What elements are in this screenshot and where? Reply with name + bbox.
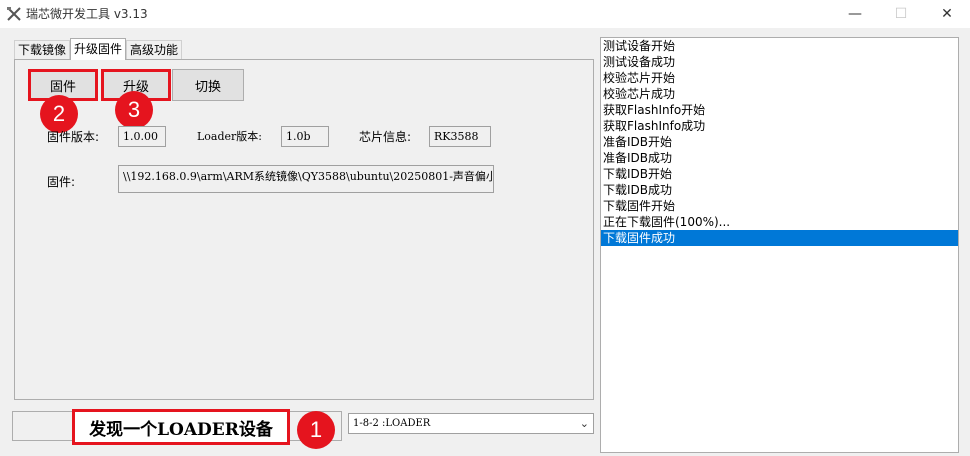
fw-version-label: 固件版本: (47, 130, 100, 144)
device-select-value: 1-8-2 :LOADER (353, 418, 431, 429)
log-item[interactable]: 测试设备成功 (601, 54, 958, 70)
log-item[interactable]: 下载IDB开始 (601, 166, 958, 182)
device-select[interactable]: 1-8-2 :LOADER ⌄ (348, 413, 594, 434)
chip-info-field: RK3588 (429, 126, 491, 147)
log-item[interactable]: 获取FlashInfo成功 (601, 118, 958, 134)
minimize-button[interactable]: — (832, 0, 878, 28)
fw-version-field: 1.0.00 (118, 126, 166, 147)
chip-info-label: 芯片信息: (359, 130, 412, 144)
log-item[interactable]: 正在下载固件(100%)... (601, 214, 958, 230)
firmware-path-label: 固件: (47, 175, 76, 189)
log-item[interactable]: 准备IDB开始 (601, 134, 958, 150)
log-item[interactable]: 下载固件开始 (601, 198, 958, 214)
log-item[interactable]: 获取FlashInfo开始 (601, 102, 958, 118)
tab-strip: 下载镜像 升级固件 高级功能 (14, 38, 183, 60)
title-bar: 瑞芯微开发工具 v3.13 — ☐ ✕ (0, 0, 970, 28)
step-badge-1: 1 (297, 411, 335, 449)
switch-button[interactable]: 切换 (172, 69, 244, 101)
loader-version-field: 1.0b (281, 126, 329, 147)
tab-upgrade-firmware[interactable]: 升级固件 (70, 38, 127, 60)
tools-icon (7, 7, 21, 21)
chevron-down-icon: ⌄ (579, 417, 589, 430)
firmware-path-field: \\192.168.0.9\arm\ARM系统镜像\QY3588\ubuntu\… (118, 165, 494, 193)
log-item[interactable]: 准备IDB成功 (601, 150, 958, 166)
window-title: 瑞芯微开发工具 v3.13 (26, 7, 148, 21)
device-status-message: 发现一个LOADER设备 (72, 409, 290, 445)
close-button[interactable]: ✕ (924, 0, 970, 28)
log-item[interactable]: 校验芯片成功 (601, 86, 958, 102)
log-item-selected[interactable]: 下载固件成功 (601, 230, 958, 246)
tab-download-image[interactable]: 下载镜像 (14, 40, 71, 60)
app-window: 瑞芯微开发工具 v3.13 — ☐ ✕ 下载镜像 升级固件 高级功能 固件 升级… (0, 0, 970, 456)
log-list[interactable]: 测试设备开始 测试设备成功 校验芯片开始 校验芯片成功 获取FlashInfo开… (600, 37, 959, 453)
log-item[interactable]: 校验芯片开始 (601, 70, 958, 86)
tab-advanced[interactable]: 高级功能 (126, 40, 183, 60)
log-item[interactable]: 测试设备开始 (601, 38, 958, 54)
upgrade-tab-panel (14, 59, 594, 400)
log-item[interactable]: 下载IDB成功 (601, 182, 958, 198)
maximize-button[interactable]: ☐ (878, 0, 924, 28)
step-badge-3: 3 (115, 91, 153, 129)
loader-version-label: Loader版本: (197, 130, 263, 143)
